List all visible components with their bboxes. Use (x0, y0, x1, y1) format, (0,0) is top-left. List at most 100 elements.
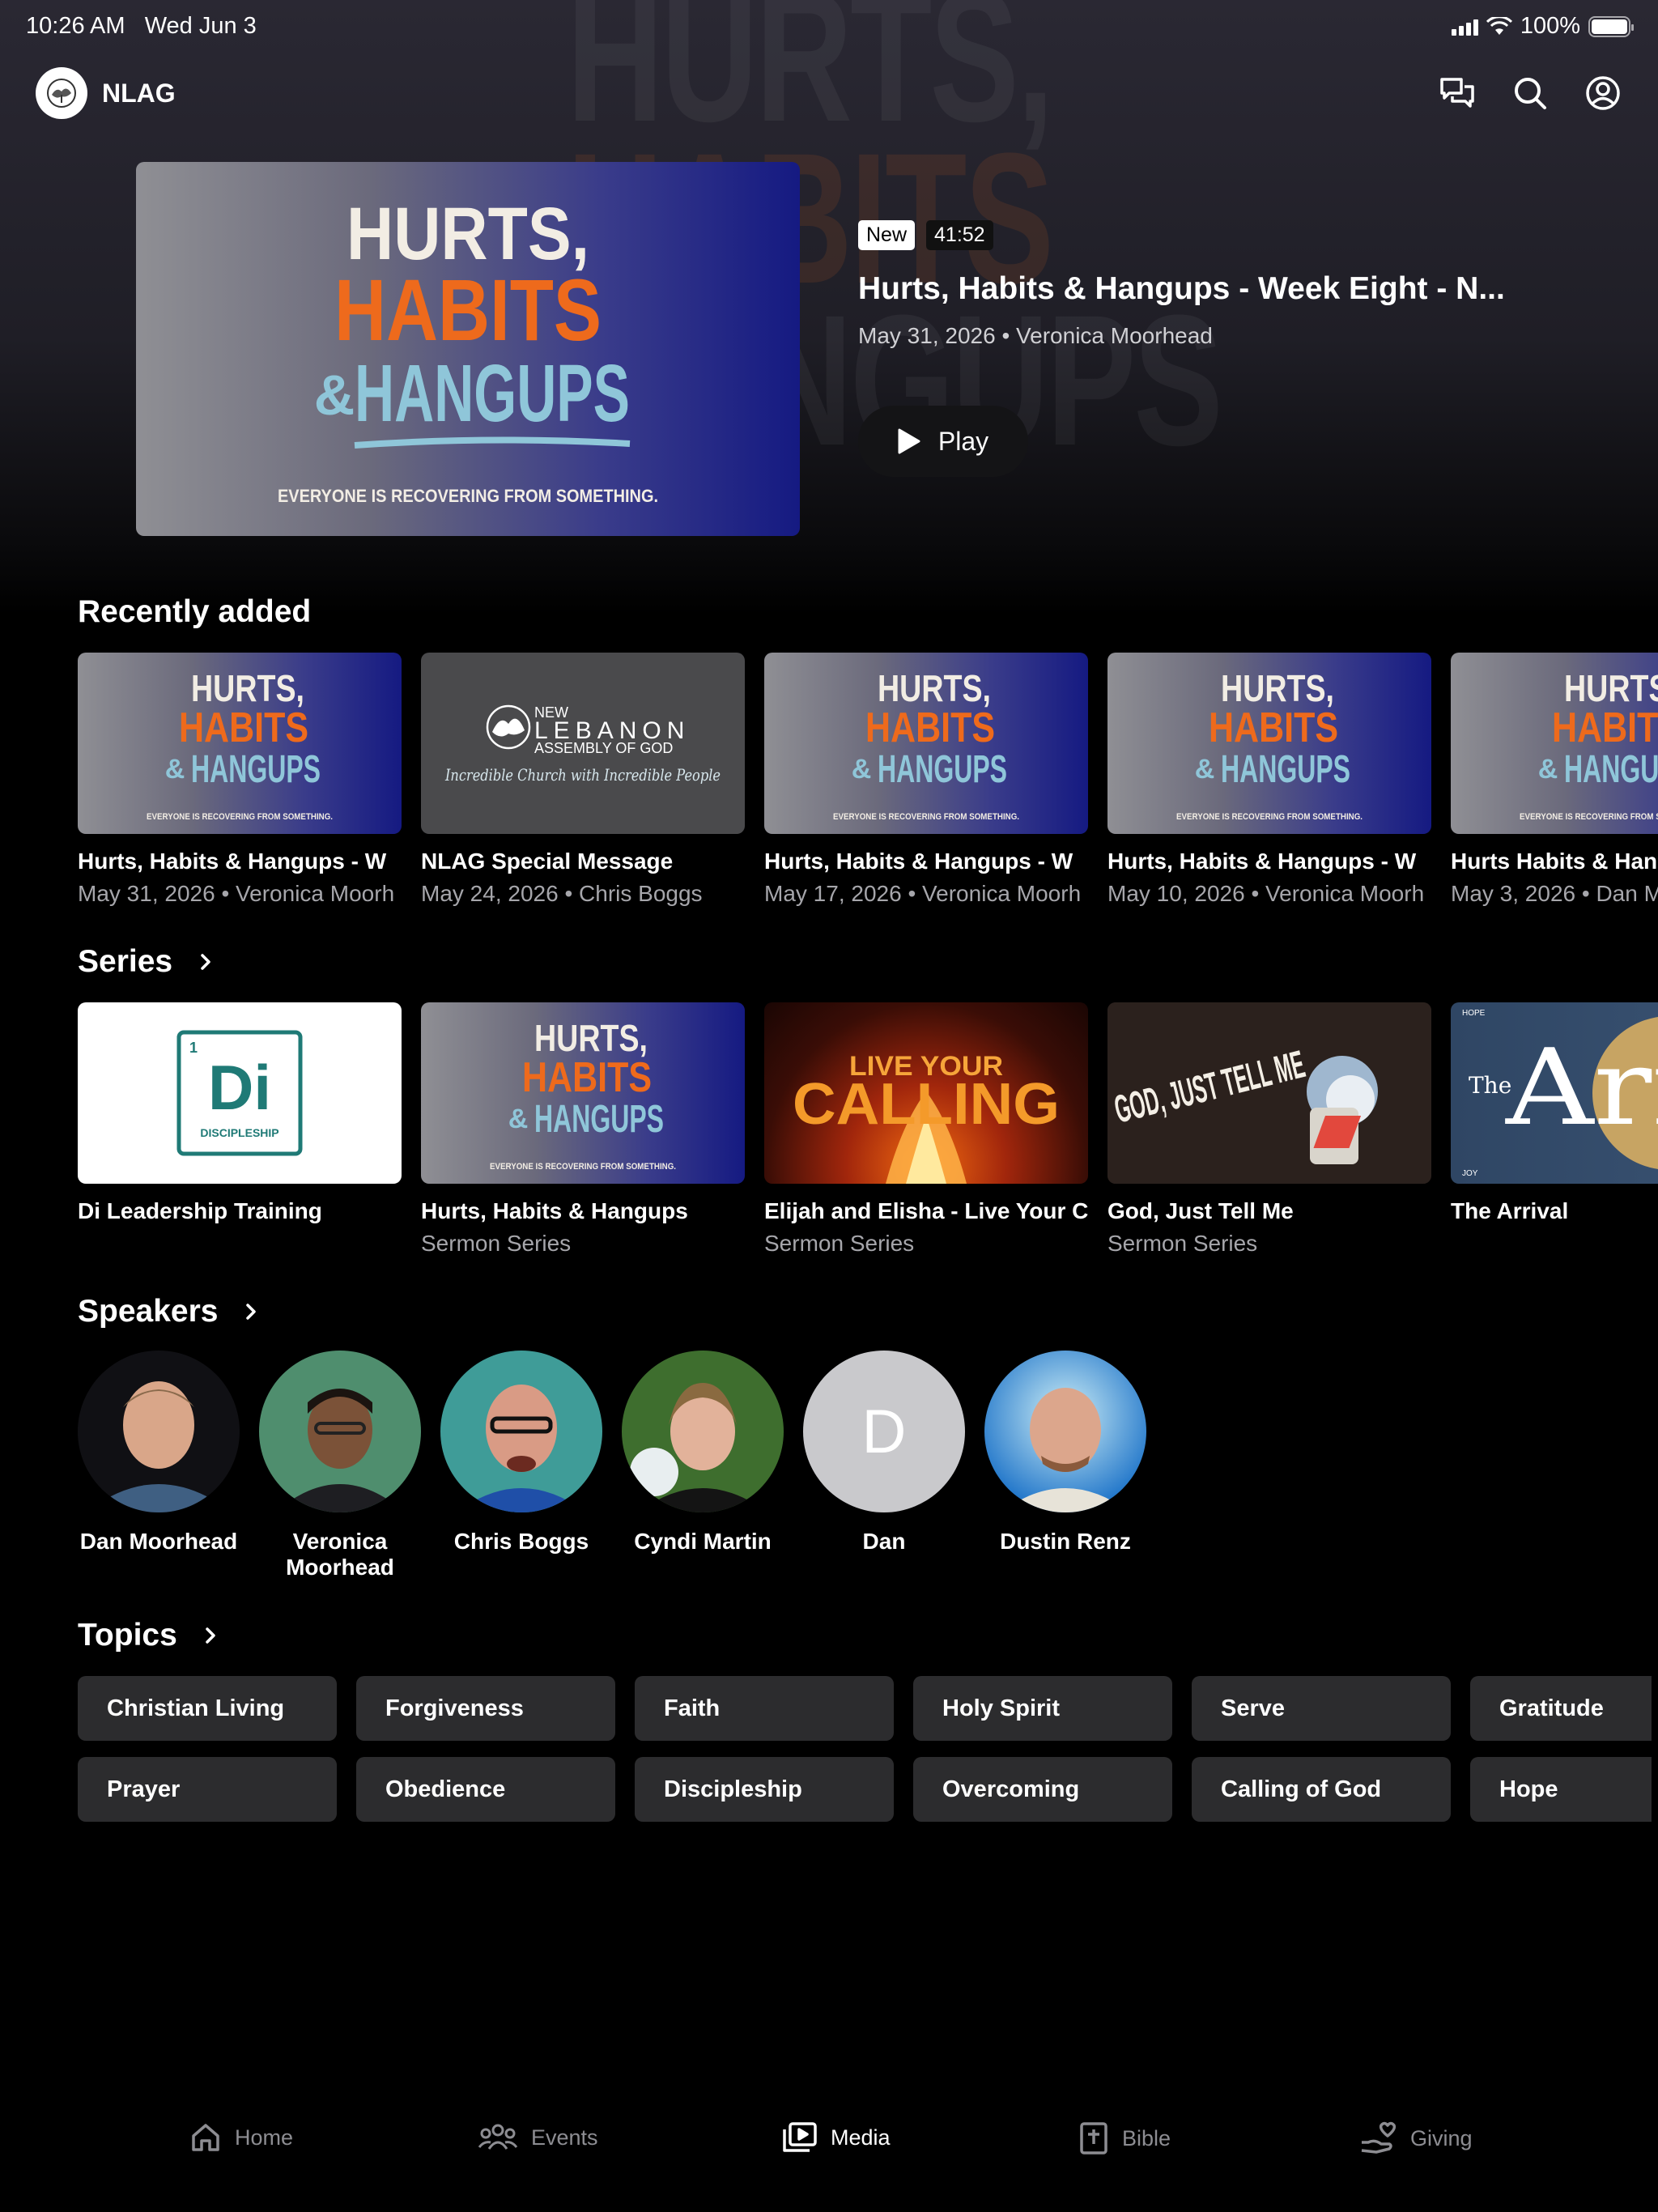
tab-giving[interactable]: Giving (1360, 2121, 1473, 2155)
series-artwork-hhh: HURTS, HABITS & HANGUPS EVERYONE IS RECO… (833, 667, 1019, 822)
svg-text:&: & (852, 754, 872, 785)
series-title: The Arrival (1451, 1198, 1569, 1223)
series-card[interactable]: HURTS, HABITS & HANGUPS EVERYONE IS RECO… (421, 1002, 745, 1257)
topic-chip[interactable]: Holy Spirit (913, 1676, 1172, 1741)
battery-icon (1588, 15, 1634, 37)
media-title: Hurts, Habits & Hangups - W (78, 849, 387, 874)
tree-icon (47, 79, 76, 108)
media-card[interactable]: HURTS, HABITS & HANGUPS EVERYONE IS RECO… (1451, 653, 1658, 907)
media-card[interactable]: HURTS, HABITS & HANGUPS EVERYONE IS RECO… (78, 653, 402, 907)
svg-text:Arri: Arri (1505, 1026, 1658, 1149)
topic-chip[interactable]: Serve (1192, 1676, 1451, 1741)
media-meta: May 17, 2026 • Veronica Moorh (764, 881, 1082, 906)
media-card[interactable]: NEW LEBANON ASSEMBLY OF GOD Incredible C… (421, 653, 745, 907)
svg-text:EVERYONE IS RECOVERING FROM SO: EVERYONE IS RECOVERING FROM SOMETHING. (278, 486, 658, 506)
svg-text:HANGUPS: HANGUPS (878, 748, 1007, 791)
svg-text:Di: Di (208, 1052, 271, 1123)
media-title: Hurts, Habits & Hangups - W (1107, 849, 1417, 874)
account-icon (1586, 76, 1620, 110)
hero-artwork[interactable]: HURTS, HABITS & HANGUPS EVERYONE IS RECO… (136, 162, 800, 536)
god-just-tell-me-artwork: GOD, JUST TELL ME (1107, 1002, 1431, 1184)
church-logo[interactable] (36, 67, 87, 119)
media-title: NLAG Special Message (421, 849, 674, 874)
svg-text:CALLING: CALLING (793, 1072, 1060, 1137)
tab-media[interactable]: Media (782, 2121, 891, 2154)
speaker-item[interactable]: Cyndi Martin (622, 1351, 784, 1580)
tab-bible[interactable]: Bible (1078, 2121, 1171, 2155)
speaker-item[interactable]: Veronica Moorhead (259, 1351, 421, 1580)
svg-text:HABITS: HABITS (334, 261, 602, 359)
svg-text:EVERYONE IS RECOVERING FROM SO: EVERYONE IS RECOVERING FROM SOMETHING. (833, 812, 1019, 822)
series-artwork-hhh: HURTS, HABITS & HANGUPS EVERYONE IS RECO… (490, 1017, 676, 1172)
search-button[interactable] (1511, 74, 1550, 113)
topic-chip[interactable]: Overcoming (913, 1757, 1172, 1822)
speaker-item[interactable]: Chris Boggs (440, 1351, 602, 1580)
speaker-item[interactable]: D Dan (803, 1351, 965, 1580)
svg-text:HURTS,: HURTS, (878, 667, 991, 709)
play-label: Play (937, 426, 989, 456)
topics-heading[interactable]: Topics (78, 1618, 219, 1653)
play-button[interactable]: Play (858, 406, 1028, 477)
svg-text:ASSEMBLY OF GOD: ASSEMBLY OF GOD (534, 740, 673, 756)
media-card[interactable]: HURTS, HABITS & HANGUPS EVERYONE IS RECO… (1107, 653, 1431, 907)
speaker-avatar (984, 1351, 1146, 1512)
home-icon (192, 2124, 219, 2151)
series-heading[interactable]: Series (78, 944, 215, 980)
svg-text:HANGUPS: HANGUPS (1221, 748, 1350, 791)
media-meta: May 31, 2026 • Veronica Moorh (78, 881, 395, 906)
svg-text:Incredible Church with Incredi: Incredible Church with Incredible People (444, 765, 721, 785)
speaker-name: Chris Boggs (453, 1529, 589, 1554)
topic-chip[interactable]: Forgiveness (356, 1676, 615, 1741)
series-card[interactable]: GOD, JUST TELL ME God, Just Tell Me Serm… (1107, 1002, 1431, 1257)
chevron-right-icon (246, 1304, 257, 1320)
topic-chip[interactable]: Prayer (78, 1757, 337, 1822)
svg-text:EVERYONE IS RECOVERING FROM SO: EVERYONE IS RECOVERING FROM SOMETHING. (490, 1162, 676, 1172)
svg-text:EVERYONE IS RECOVERING FROM SO: EVERYONE IS RECOVERING FROM SOMETHING. (1520, 812, 1658, 822)
series-subtitle: Sermon Series (1107, 1231, 1258, 1256)
topic-chip[interactable]: Christian Living (78, 1676, 337, 1741)
series-artwork-hhh: HURTS, HABITS & HANGUPS EVERYONE IS RECO… (278, 193, 658, 506)
svg-text:JOY: JOY (1462, 1169, 1478, 1178)
media-title: Hurts, Habits & Hangups - W (764, 849, 1073, 874)
media-card[interactable]: HURTS, HABITS & HANGUPS EVERYONE IS RECO… (764, 653, 1088, 907)
chevron-right-icon (201, 954, 210, 970)
status-time: 10:26 AM (26, 13, 125, 39)
svg-text:&: & (314, 364, 355, 427)
series-row: 1 Di DISCIPLESHIP Di Leadership Training… (78, 1002, 1658, 1257)
media-meta: May 24, 2026 • Chris Boggs (421, 881, 703, 906)
topic-chip[interactable]: Calling of God (1192, 1757, 1451, 1822)
speakers-heading[interactable]: Speakers (78, 1294, 260, 1329)
speaker-name: Cyndi Martin (634, 1529, 772, 1554)
speaker-name: Dustin Renz (1000, 1529, 1131, 1554)
topic-chip[interactable]: Obedience (356, 1757, 615, 1822)
series-card[interactable]: 1 Di DISCIPLESHIP Di Leadership Training (78, 1002, 402, 1257)
topic-chip[interactable]: Gratitude (1470, 1676, 1652, 1741)
speaker-item[interactable]: Dustin Renz (984, 1351, 1146, 1580)
speaker-name: Dan Moorhead (79, 1529, 238, 1554)
topic-chip[interactable]: Discipleship (635, 1757, 894, 1822)
tab-events[interactable]: Events (478, 2121, 598, 2154)
tab-bar: Home Events Media Bible Giving (0, 2105, 1658, 2178)
arrival-artwork: HOPE JOY The Arri (1451, 1002, 1658, 1184)
tab-home[interactable]: Home (189, 2121, 293, 2154)
topics-grid: Christian Living Forgiveness Faith Holy … (78, 1676, 1658, 1822)
series-card[interactable]: HOPE JOY The Arri The Arrival (1451, 1002, 1658, 1257)
topic-chip[interactable]: Hope (1470, 1757, 1652, 1822)
series-card[interactable]: LIVE YOUR CALLING Elijah and Elisha - Li… (764, 1002, 1088, 1257)
recently-added-row: HURTS, HABITS & HANGUPS EVERYONE IS RECO… (78, 653, 1658, 907)
speaker-avatar-placeholder: D (803, 1351, 965, 1512)
topic-chip[interactable]: Faith (635, 1676, 894, 1741)
hero-title[interactable]: Hurts, Habits & Hangups - Week Eight - N… (858, 271, 1505, 307)
calling-artwork: LIVE YOUR CALLING (764, 1002, 1088, 1184)
messages-button[interactable] (1438, 74, 1477, 113)
profile-button[interactable] (1584, 74, 1622, 113)
svg-text:HURTS,: HURTS, (1221, 667, 1334, 709)
svg-text:HANGUPS: HANGUPS (191, 748, 321, 791)
series-title: Elijah and Elisha - Live Your C (764, 1198, 1088, 1223)
speaker-item[interactable]: Dan Moorhead (78, 1351, 240, 1580)
svg-text:HURTS,: HURTS, (191, 667, 304, 709)
svg-text:&: & (165, 754, 185, 785)
speaker-avatar (259, 1351, 421, 1512)
battery-percent: 100% (1520, 13, 1580, 39)
svg-text:&: & (508, 1104, 529, 1134)
